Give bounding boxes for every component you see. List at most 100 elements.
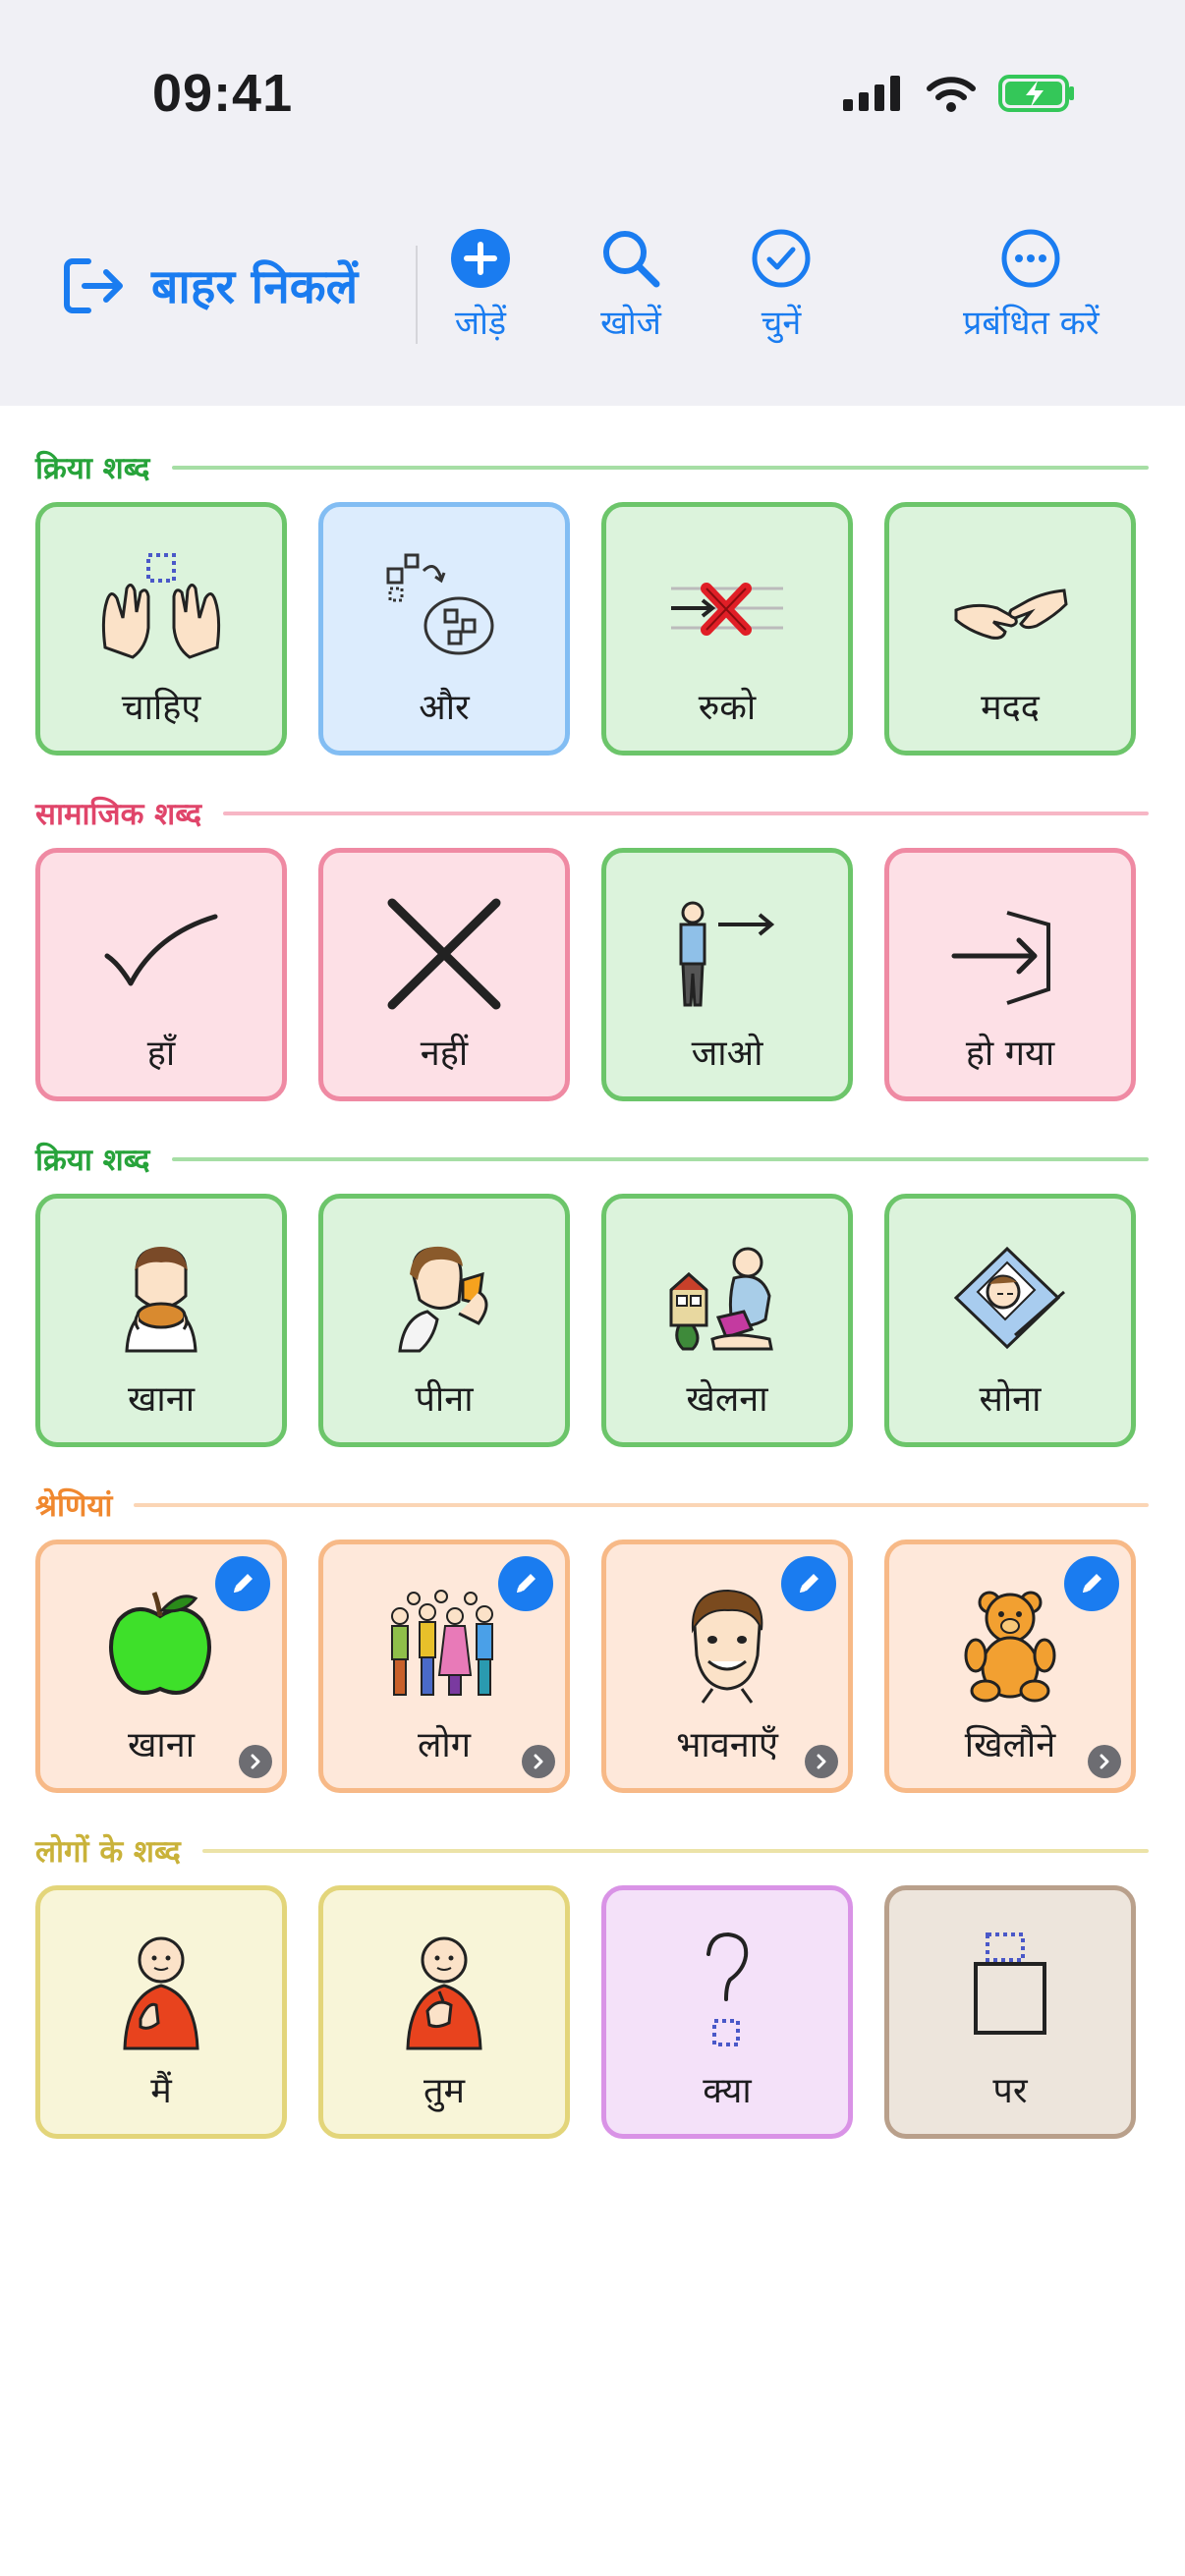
- pencil-icon: [234, 1574, 253, 1593]
- status-icons: [843, 71, 1077, 116]
- go-icon: [606, 880, 848, 1028]
- vocab-tile[interactable]: जाओ: [601, 848, 853, 1101]
- vocab-tile[interactable]: सोना: [884, 1194, 1136, 1447]
- edit-button[interactable]: [215, 1556, 270, 1611]
- section-title: लोगों के शब्द: [35, 1834, 181, 1870]
- tile-label: हाँ: [146, 1034, 176, 1074]
- sleep-icon: [889, 1226, 1131, 1373]
- section-title: सामाजिक शब्द: [35, 797, 202, 832]
- signal-icon: [843, 76, 900, 111]
- add-icon: [451, 229, 510, 288]
- chevron-right-icon: [534, 1754, 543, 1769]
- you-icon: [323, 1918, 565, 2065]
- search-icon: [603, 231, 660, 288]
- vocab-tile[interactable]: चाहिए: [35, 502, 287, 756]
- status-time: 09:41: [152, 64, 294, 123]
- vocab-tile[interactable]: भावनाएँ: [601, 1540, 853, 1793]
- tile-label: खाना: [127, 1379, 196, 1420]
- vocab-tile[interactable]: रुको: [601, 502, 853, 756]
- vocab-tile[interactable]: क्या: [601, 1885, 853, 2139]
- exit-icon: [64, 257, 123, 313]
- finished-icon: [889, 880, 1131, 1028]
- more-options-icon: [1001, 229, 1060, 288]
- tile-label: मदद: [981, 688, 1040, 728]
- vocab-tile[interactable]: तुम: [318, 1885, 570, 2139]
- tile-label: सोना: [979, 1379, 1042, 1420]
- vocab-tile[interactable]: नहीं: [318, 848, 570, 1101]
- chevron-right-icon: [1100, 1754, 1109, 1769]
- tile-label: क्या: [703, 2071, 752, 2111]
- eat-icon: [40, 1226, 282, 1373]
- tile-label: नहीं: [420, 1034, 469, 1074]
- pencil-icon: [800, 1574, 818, 1593]
- open-folder-button[interactable]: [239, 1745, 272, 1778]
- tile-label: खेलना: [686, 1379, 768, 1420]
- manage-label: प्रबंधित करें: [963, 304, 1100, 343]
- chevron-right-icon: [251, 1754, 260, 1769]
- vocab-tile[interactable]: मदद: [884, 502, 1136, 756]
- vocab-tile[interactable]: हो गया: [884, 848, 1136, 1101]
- section-header: श्रेणियां: [35, 1485, 1149, 1525]
- cross-icon: [323, 880, 565, 1028]
- search-button[interactable]: खोजें: [600, 228, 661, 344]
- vocab-tile[interactable]: हाँ: [35, 848, 287, 1101]
- section-divider: [171, 1157, 1149, 1161]
- section-divider: [201, 1849, 1149, 1853]
- select-label: चुनें: [761, 304, 802, 343]
- edit-button[interactable]: [498, 1556, 553, 1611]
- help-icon: [889, 534, 1131, 682]
- toolbar-divider: [416, 246, 418, 344]
- section-title: क्रिया शब्द: [35, 451, 150, 486]
- me-icon: [40, 1918, 282, 2065]
- vocab-tile[interactable]: पर: [884, 1885, 1136, 2139]
- section-header: सामाजिक शब्द: [35, 794, 1149, 833]
- section-header: क्रिया शब्द: [35, 1140, 1149, 1179]
- battery-icon: [998, 75, 1074, 112]
- edit-button[interactable]: [1064, 1556, 1119, 1611]
- open-folder-button[interactable]: [1088, 1745, 1121, 1778]
- checkmark-circle-icon: [752, 229, 811, 288]
- tile-label: चाहिए: [121, 688, 201, 728]
- select-button[interactable]: चुनें: [751, 228, 812, 344]
- pencil-icon: [1083, 1574, 1101, 1593]
- add-button[interactable]: जोड़ें: [450, 228, 511, 344]
- vocab-tile[interactable]: लोग: [318, 1540, 570, 1793]
- manage-button[interactable]: प्रबंधित करें: [963, 228, 1100, 344]
- vocab-tile[interactable]: मैं: [35, 1885, 287, 2139]
- tile-label: मैं: [150, 2071, 172, 2111]
- vocab-tile[interactable]: और: [318, 502, 570, 756]
- section-divider: [223, 812, 1149, 815]
- vocab-tile[interactable]: खिलौने: [884, 1540, 1136, 1793]
- open-folder-button[interactable]: [522, 1745, 555, 1778]
- section-header: क्रिया शब्द: [35, 448, 1149, 487]
- want-hands-icon: [40, 534, 282, 682]
- drink-icon: [323, 1226, 565, 1373]
- exit-label: बाहर निकलें: [151, 259, 359, 314]
- chevron-right-icon: [817, 1754, 826, 1769]
- play-icon: [606, 1226, 848, 1373]
- tile-label: और: [419, 688, 470, 728]
- tile-label: पीना: [415, 1379, 474, 1420]
- add-label: जोड़ें: [454, 304, 507, 343]
- section-divider: [171, 466, 1149, 470]
- top-bar: 09:41 बाहर निकलें जोड़ें खोजें चुनें प्र…: [0, 0, 1185, 406]
- on-icon: [889, 1918, 1131, 2065]
- section-header: लोगों के शब्द: [35, 1831, 1149, 1871]
- question-icon: [606, 1918, 848, 2065]
- vocab-tile[interactable]: खेलना: [601, 1194, 853, 1447]
- open-folder-button[interactable]: [805, 1745, 838, 1778]
- tile-label: जाओ: [691, 1034, 763, 1074]
- vocab-tile[interactable]: खाना: [35, 1540, 287, 1793]
- more-icon: [323, 534, 565, 682]
- vocab-tile[interactable]: खाना: [35, 1194, 287, 1447]
- exit-button[interactable]: बाहर निकलें: [61, 253, 358, 317]
- checkmark-icon: [40, 880, 282, 1028]
- stop-icon: [606, 534, 848, 682]
- tile-label: रुको: [698, 688, 757, 728]
- vocab-tile[interactable]: पीना: [318, 1194, 570, 1447]
- tile-label: तुम: [423, 2071, 466, 2111]
- section-divider: [134, 1503, 1149, 1507]
- edit-button[interactable]: [781, 1556, 836, 1611]
- pencil-icon: [517, 1574, 536, 1593]
- search-label: खोजें: [600, 304, 661, 343]
